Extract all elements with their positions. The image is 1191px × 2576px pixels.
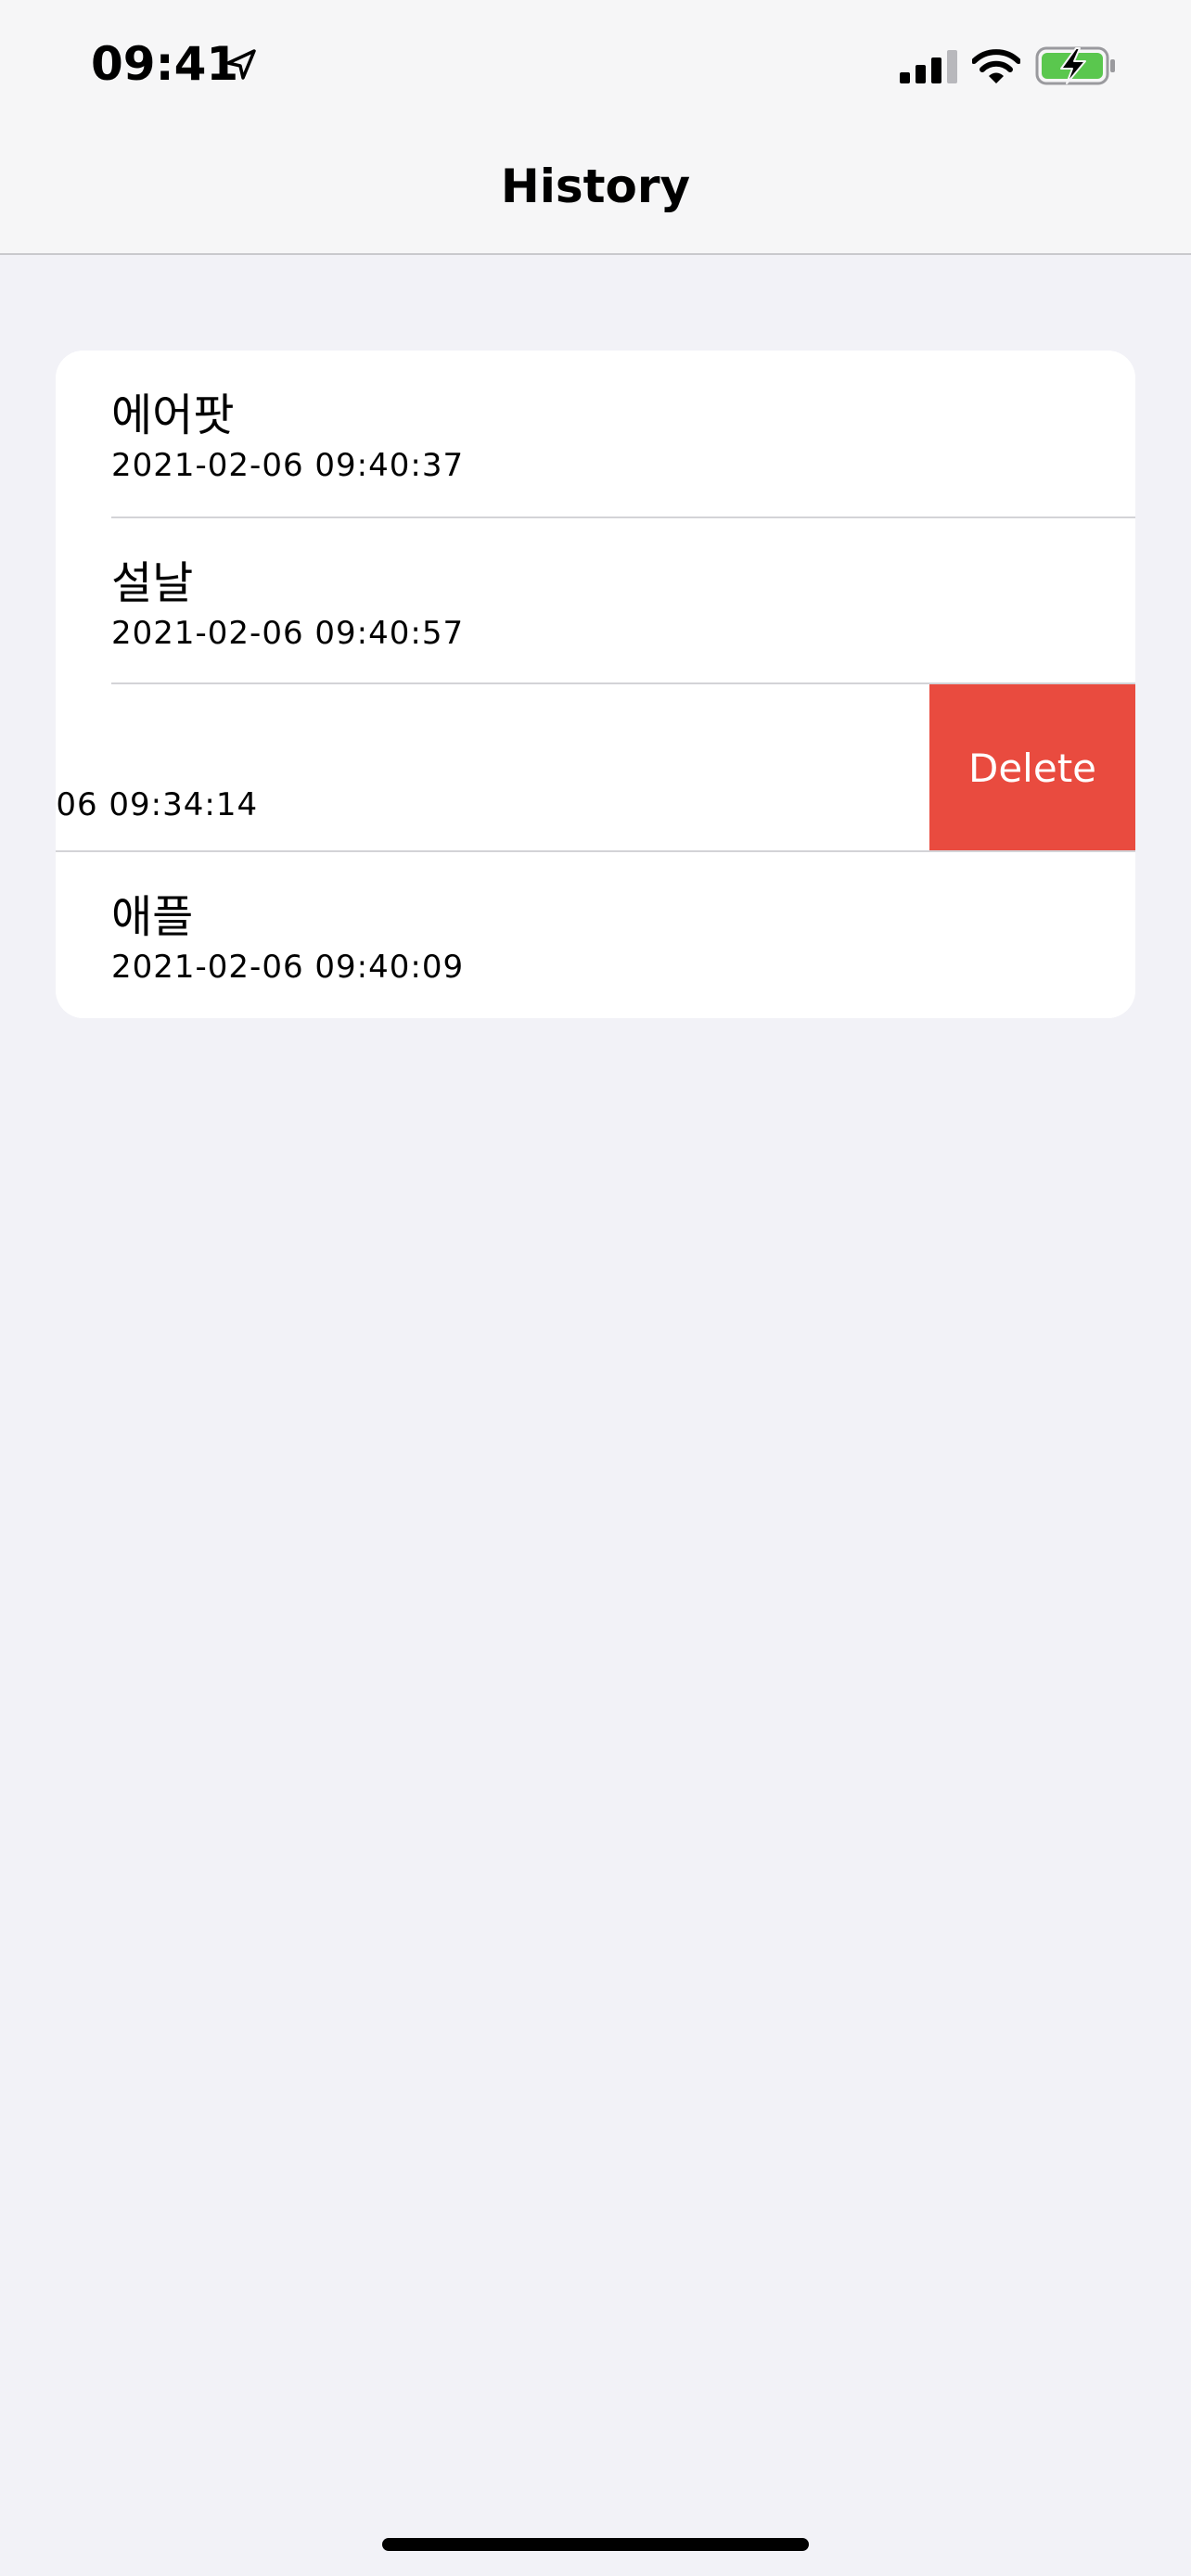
- item-title: 애플: [111, 891, 194, 943]
- item-date: 2021-02-06 09:40:57: [111, 615, 465, 652]
- history-list: 에어팟 2021-02-06 09:40:37 설날 2021-02-06 09…: [56, 351, 1135, 1018]
- list-item[interactable]: 에어팟 2021-02-06 09:40:37: [56, 351, 1135, 517]
- item-date: 2021-02-06 09:34:14: [56, 786, 259, 823]
- item-title: 설날: [111, 557, 194, 609]
- cellular-signal-icon: [900, 50, 957, 83]
- item-date: 2021-02-06 09:40:37: [111, 447, 465, 484]
- swiped-list-item[interactable]: 2021-02-06 09:34:14 Delete: [56, 684, 1135, 851]
- wifi-icon: [972, 49, 1020, 83]
- location-arrow-icon: [226, 49, 256, 80]
- battery-charging-icon: [1035, 46, 1115, 85]
- swiped-row-content[interactable]: 2021-02-06 09:34:14: [56, 684, 929, 851]
- list-item[interactable]: 애플 2021-02-06 09:40:09: [56, 852, 1135, 1018]
- status-time: 09:41: [91, 37, 239, 91]
- page-title: History: [500, 159, 691, 213]
- item-date: 2021-02-06 09:40:09: [111, 949, 465, 986]
- item-title: 에어팟: [111, 389, 235, 441]
- home-indicator[interactable]: [382, 2538, 809, 2551]
- navigation-header: 09:41 History: [0, 0, 1191, 255]
- list-item[interactable]: 설날 2021-02-06 09:40:57: [56, 518, 1135, 685]
- delete-button[interactable]: Delete: [929, 684, 1135, 851]
